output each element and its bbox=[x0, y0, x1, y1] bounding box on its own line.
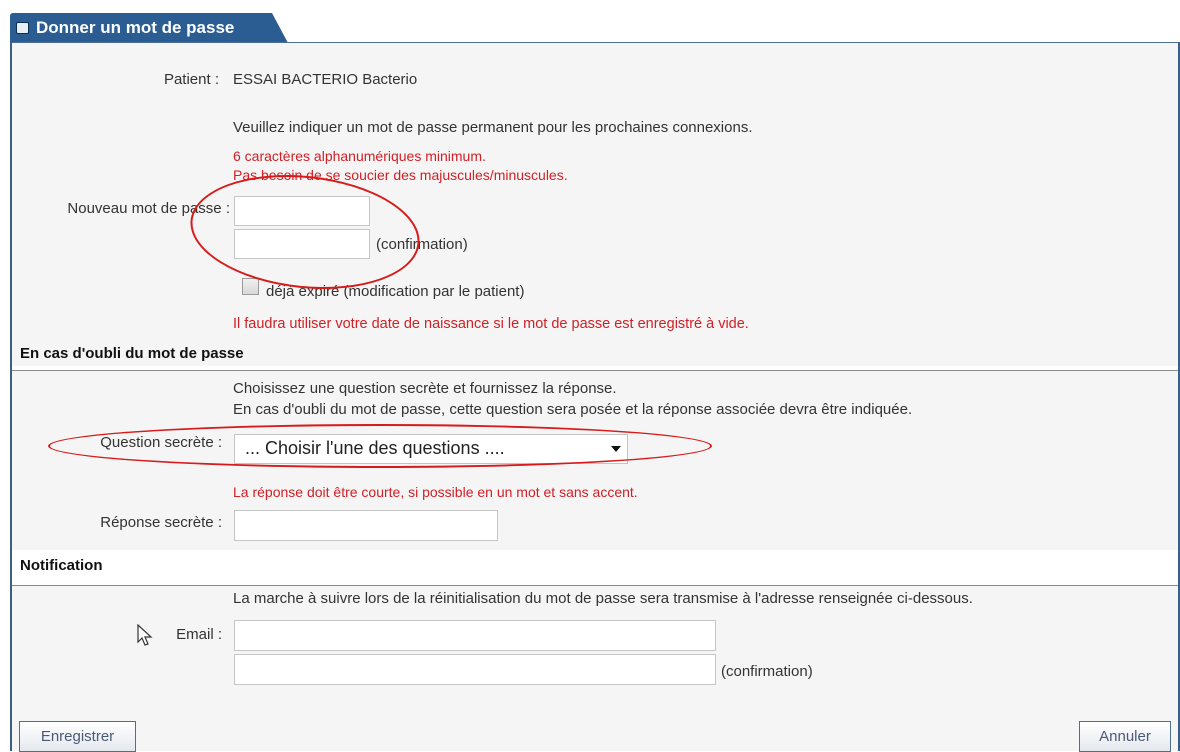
empty-password-warning: Il faudra utiliser votre date de naissan… bbox=[233, 316, 749, 332]
forgot-separator bbox=[12, 370, 1178, 371]
window-icon bbox=[16, 22, 29, 34]
password-instruction: Veuillez indiquer un mot de passe perman… bbox=[233, 119, 753, 136]
secret-answer-input[interactable] bbox=[234, 510, 498, 541]
annotation-ellipse-question bbox=[48, 424, 712, 468]
patient-name: ESSAI BACTERIO Bacterio bbox=[233, 71, 418, 88]
email-input[interactable] bbox=[234, 620, 716, 651]
window-title: Donner un mot de passe bbox=[36, 18, 235, 37]
forgot-instruction-2: En cas d'oubli du mot de passe, cette qu… bbox=[233, 401, 913, 418]
expired-checkbox[interactable] bbox=[242, 278, 259, 295]
email-confirm-input[interactable] bbox=[234, 654, 716, 685]
notification-heading-band bbox=[12, 550, 1178, 586]
forgot-section-heading: En cas d'oubli du mot de passe bbox=[20, 345, 244, 362]
password-hint-length: 6 caractères alphanumériques minimum. bbox=[233, 148, 486, 164]
forgot-instruction-1: Choisissez une question secrète et fourn… bbox=[233, 380, 617, 397]
mouse-pointer-icon bbox=[137, 623, 153, 650]
title-tab-notch bbox=[272, 13, 288, 43]
save-button[interactable]: Enregistrer bbox=[19, 721, 136, 752]
email-confirm-label: (confirmation) bbox=[721, 663, 813, 680]
cancel-button[interactable]: Annuler bbox=[1079, 721, 1171, 752]
notification-instruction: La marche à suivre lors de la réinitiali… bbox=[233, 590, 973, 607]
secret-answer-hint: La réponse doit être courte, si possible… bbox=[233, 484, 638, 500]
secret-answer-label: Réponse secrète : bbox=[100, 514, 222, 531]
notification-separator bbox=[12, 585, 1178, 586]
notification-heading: Notification bbox=[20, 557, 103, 574]
email-label: Email : bbox=[176, 626, 222, 643]
patient-label: Patient : bbox=[163, 71, 219, 88]
